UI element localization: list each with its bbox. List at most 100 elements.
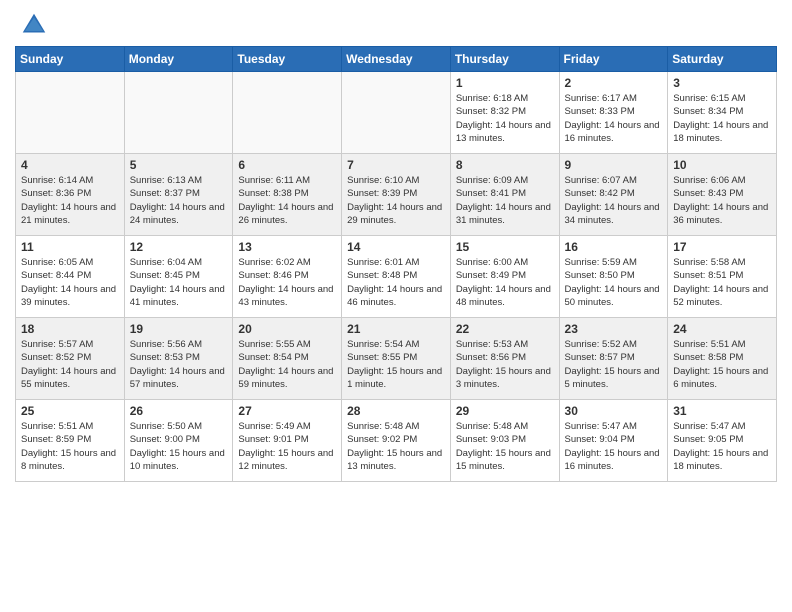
weekday-header-row: SundayMondayTuesdayWednesdayThursdayFrid…: [16, 47, 777, 72]
day-cell-31: 31 Sunrise: 5:47 AMSunset: 9:05 PMDayligh…: [668, 400, 777, 482]
weekday-wednesday: Wednesday: [342, 47, 451, 72]
week-row-1: 1Sunrise: 6:18 AMSunset: 8:32 PMDaylight…: [16, 72, 777, 154]
day-number: 28: [347, 404, 445, 418]
day-cell-23: 23 Sunrise: 5:52 AMSunset: 8:57 PMDayligh…: [559, 318, 668, 400]
day-cell-7: 7 Sunrise: 6:10 AMSunset: 8:39 PMDaylight…: [342, 154, 451, 236]
day-cell-13: 13 Sunrise: 6:02 AMSunset: 8:46 PMDayligh…: [233, 236, 342, 318]
day-cell-15: 15 Sunrise: 6:00 AMSunset: 8:49 PMDayligh…: [450, 236, 559, 318]
day-number: 30: [565, 404, 663, 418]
weekday-tuesday: Tuesday: [233, 47, 342, 72]
day-number: 20: [238, 322, 336, 336]
day-cell-25: 25 Sunrise: 5:51 AMSunset: 8:59 PMDayligh…: [16, 400, 125, 482]
day-cell-26: 26 Sunrise: 5:50 AMSunset: 9:00 PMDayligh…: [124, 400, 233, 482]
day-info: Sunrise: 5:50 AMSunset: 9:00 PMDaylight:…: [130, 420, 228, 473]
day-cell-19: 19 Sunrise: 5:56 AMSunset: 8:53 PMDayligh…: [124, 318, 233, 400]
day-info: Sunrise: 6:01 AMSunset: 8:48 PMDaylight:…: [347, 256, 445, 309]
day-cell-5: 5Sunrise: 6:13 AMSunset: 8:37 PMDaylight…: [124, 154, 233, 236]
day-number: 10: [673, 158, 771, 172]
day-number: 26: [130, 404, 228, 418]
day-info: Sunrise: 5:49 AMSunset: 9:01 PMDaylight:…: [238, 420, 336, 473]
week-row-2: 4Sunrise: 6:14 AMSunset: 8:36 PMDaylight…: [16, 154, 777, 236]
day-number: 29: [456, 404, 554, 418]
empty-cell: [342, 72, 451, 154]
day-info: Sunrise: 6:00 AMSunset: 8:49 PMDaylight:…: [456, 256, 554, 309]
day-number: 24: [673, 322, 771, 336]
day-number: 18: [21, 322, 119, 336]
day-number: 31: [673, 404, 771, 418]
day-info: Sunrise: 6:06 AMSunset: 8:43 PMDaylight:…: [673, 174, 771, 227]
day-cell-8: 8 Sunrise: 6:09 AMSunset: 8:41 PMDaylight…: [450, 154, 559, 236]
day-number: 23: [565, 322, 663, 336]
day-info: Sunrise: 5:58 AMSunset: 8:51 PMDaylight:…: [673, 256, 771, 309]
day-info: Sunrise: 5:48 AMSunset: 9:02 PMDaylight:…: [347, 420, 445, 473]
day-info: Sunrise: 6:13 AMSunset: 8:37 PMDaylight:…: [130, 174, 228, 227]
logo: [15, 10, 51, 40]
day-info: Sunrise: 6:02 AMSunset: 8:46 PMDaylight:…: [238, 256, 336, 309]
day-number: 11: [21, 240, 119, 254]
day-cell-16: 16 Sunrise: 5:59 AMSunset: 8:50 PMDayligh…: [559, 236, 668, 318]
day-info: Sunrise: 5:52 AMSunset: 8:57 PMDaylight:…: [565, 338, 663, 391]
day-cell-3: 3 Sunrise: 6:15 AMSunset: 8:34 PMDaylight…: [668, 72, 777, 154]
day-cell-2: 2 Sunrise: 6:17 AMSunset: 8:33 PMDaylight…: [559, 72, 668, 154]
day-number: 2: [565, 76, 663, 90]
day-info: Sunrise: 6:05 AMSunset: 8:44 PMDaylight:…: [21, 256, 119, 309]
day-info: Sunrise: 6:07 AMSunset: 8:42 PMDaylight:…: [565, 174, 663, 227]
day-number: 25: [21, 404, 119, 418]
day-info: Sunrise: 6:10 AMSunset: 8:39 PMDaylight:…: [347, 174, 445, 227]
day-number: 27: [238, 404, 336, 418]
day-number: 7: [347, 158, 445, 172]
day-info: Sunrise: 5:51 AMSunset: 8:59 PMDaylight:…: [21, 420, 119, 473]
day-number: 4: [21, 158, 119, 172]
day-number: 1: [456, 76, 554, 90]
header: [15, 10, 777, 40]
day-info: Sunrise: 5:47 AMSunset: 9:04 PMDaylight:…: [565, 420, 663, 473]
day-number: 16: [565, 240, 663, 254]
day-cell-27: 27 Sunrise: 5:49 AMSunset: 9:01 PMDayligh…: [233, 400, 342, 482]
day-number: 9: [565, 158, 663, 172]
week-row-4: 18Sunrise: 5:57 AMSunset: 8:52 PMDayligh…: [16, 318, 777, 400]
day-info: Sunrise: 6:15 AMSunset: 8:34 PMDaylight:…: [673, 92, 771, 145]
week-row-5: 25 Sunrise: 5:51 AMSunset: 8:59 PMDayligh…: [16, 400, 777, 482]
day-cell-4: 4Sunrise: 6:14 AMSunset: 8:36 PMDaylight…: [16, 154, 125, 236]
day-number: 6: [238, 158, 336, 172]
day-info: Sunrise: 6:17 AMSunset: 8:33 PMDaylight:…: [565, 92, 663, 145]
weekday-monday: Monday: [124, 47, 233, 72]
day-number: 15: [456, 240, 554, 254]
day-cell-18: 18Sunrise: 5:57 AMSunset: 8:52 PMDayligh…: [16, 318, 125, 400]
day-info: Sunrise: 5:55 AMSunset: 8:54 PMDaylight:…: [238, 338, 336, 391]
day-info: Sunrise: 6:09 AMSunset: 8:41 PMDaylight:…: [456, 174, 554, 227]
day-cell-14: 14 Sunrise: 6:01 AMSunset: 8:48 PMDayligh…: [342, 236, 451, 318]
day-info: Sunrise: 5:54 AMSunset: 8:55 PMDaylight:…: [347, 338, 445, 391]
day-info: Sunrise: 5:59 AMSunset: 8:50 PMDaylight:…: [565, 256, 663, 309]
empty-cell: [16, 72, 125, 154]
day-number: 22: [456, 322, 554, 336]
day-info: Sunrise: 6:11 AMSunset: 8:38 PMDaylight:…: [238, 174, 336, 227]
day-number: 14: [347, 240, 445, 254]
day-info: Sunrise: 5:48 AMSunset: 9:03 PMDaylight:…: [456, 420, 554, 473]
weekday-thursday: Thursday: [450, 47, 559, 72]
day-number: 17: [673, 240, 771, 254]
day-cell-11: 11 Sunrise: 6:05 AMSunset: 8:44 PMDayligh…: [16, 236, 125, 318]
day-cell-30: 30 Sunrise: 5:47 AMSunset: 9:04 PMDayligh…: [559, 400, 668, 482]
weekday-saturday: Saturday: [668, 47, 777, 72]
day-info: Sunrise: 5:47 AMSunset: 9:05 PMDaylight:…: [673, 420, 771, 473]
calendar-table: SundayMondayTuesdayWednesdayThursdayFrid…: [15, 46, 777, 482]
day-cell-9: 9 Sunrise: 6:07 AMSunset: 8:42 PMDaylight…: [559, 154, 668, 236]
page: SundayMondayTuesdayWednesdayThursdayFrid…: [0, 0, 792, 612]
day-cell-10: 10 Sunrise: 6:06 AMSunset: 8:43 PMDayligh…: [668, 154, 777, 236]
day-number: 19: [130, 322, 228, 336]
day-info: Sunrise: 5:56 AMSunset: 8:53 PMDaylight:…: [130, 338, 228, 391]
day-info: Sunrise: 5:51 AMSunset: 8:58 PMDaylight:…: [673, 338, 771, 391]
day-cell-6: 6 Sunrise: 6:11 AMSunset: 8:38 PMDaylight…: [233, 154, 342, 236]
day-number: 8: [456, 158, 554, 172]
day-cell-21: 21Sunrise: 5:54 AMSunset: 8:55 PMDayligh…: [342, 318, 451, 400]
day-cell-28: 28 Sunrise: 5:48 AMSunset: 9:02 PMDayligh…: [342, 400, 451, 482]
empty-cell: [233, 72, 342, 154]
day-cell-17: 17 Sunrise: 5:58 AMSunset: 8:51 PMDayligh…: [668, 236, 777, 318]
day-cell-22: 22Sunrise: 5:53 AMSunset: 8:56 PMDayligh…: [450, 318, 559, 400]
day-cell-20: 20 Sunrise: 5:55 AMSunset: 8:54 PMDayligh…: [233, 318, 342, 400]
day-number: 13: [238, 240, 336, 254]
week-row-3: 11 Sunrise: 6:05 AMSunset: 8:44 PMDayligh…: [16, 236, 777, 318]
day-number: 3: [673, 76, 771, 90]
weekday-sunday: Sunday: [16, 47, 125, 72]
